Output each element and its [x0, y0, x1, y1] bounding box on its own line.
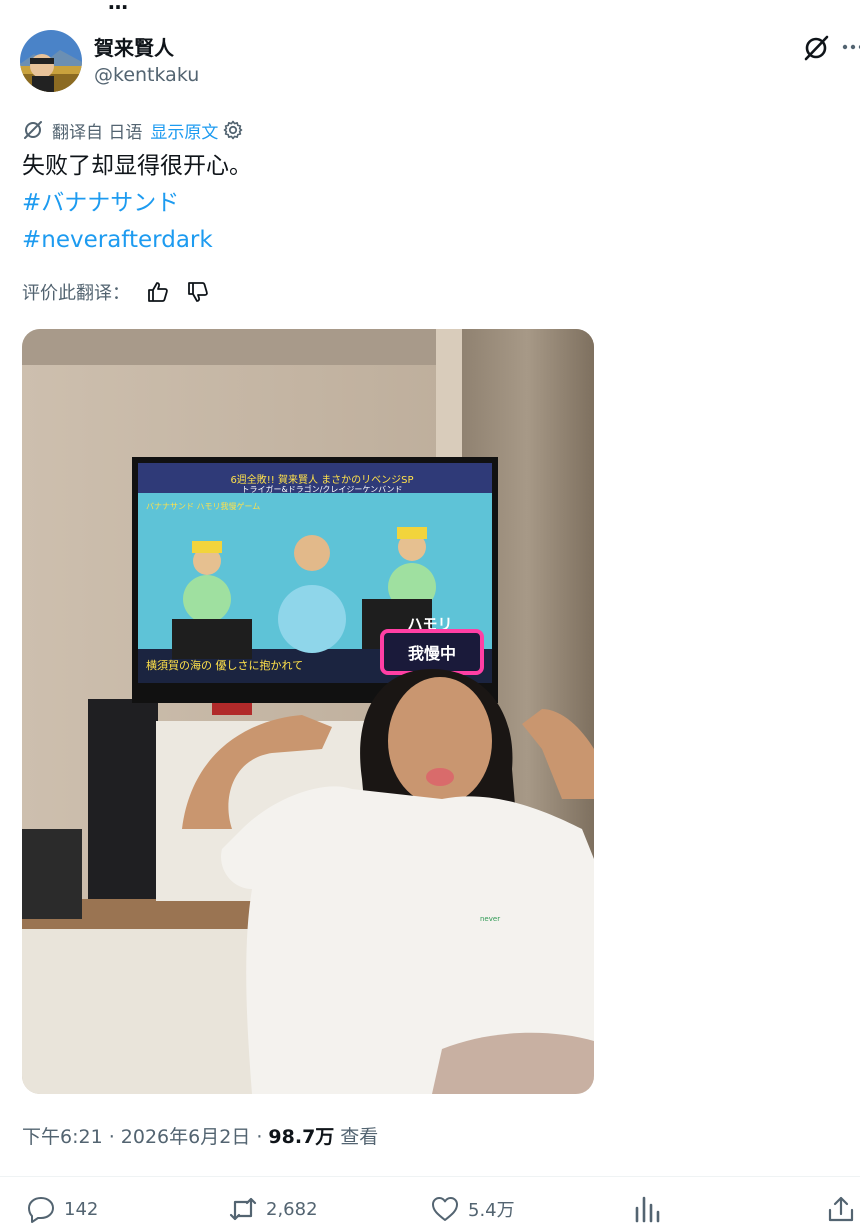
reply-button[interactable]: 142	[26, 1192, 98, 1226]
views-count: 98.7万	[268, 1126, 335, 1148]
action-bar: 142 2,682 5.4万	[0, 1192, 860, 1226]
views-label: 查看	[340, 1126, 379, 1148]
tv-badge: 我慢中	[408, 644, 456, 663]
retweet-count: 2,682	[266, 1198, 318, 1220]
post-timestamp[interactable]: 下午6:21 · 2026年6月2日 ·	[22, 1122, 262, 1149]
clipped-title: …	[108, 0, 128, 14]
retweet-button[interactable]: 2,682	[228, 1192, 318, 1226]
rate-translation: 评价此翻译：	[22, 277, 210, 307]
tv-show-logo: バナナサンド ハモリ我慢ゲーム	[146, 501, 260, 511]
translation-notice: 翻译自 日语 显示原文	[22, 116, 244, 144]
views-button[interactable]	[632, 1192, 670, 1226]
shirt-logo-text: never	[480, 915, 500, 923]
hashtag-link[interactable]: #バナナサンド	[22, 185, 252, 222]
previous-post-clipped: …	[0, 0, 860, 14]
reply-count: 142	[64, 1198, 99, 1220]
post-photo[interactable]: 6週全敗!! 賀来賢人 まさかのリベンジSP トライガー&ドラゴン/クレイジーケ…	[22, 329, 594, 1094]
grok-icon[interactable]	[800, 32, 832, 64]
author-display-name[interactable]: 賀来賢人	[94, 32, 174, 61]
gear-icon[interactable]	[222, 119, 244, 141]
hashtag-link[interactable]: #neverafterdark	[22, 222, 252, 259]
thumbs-down-icon[interactable]	[186, 280, 210, 304]
post-header: 賀来賢人 @kentkaku	[20, 28, 860, 94]
heart-icon	[432, 1197, 458, 1221]
like-count: 5.4万	[468, 1200, 515, 1221]
post-metadata: 下午6:21 · 2026年6月2日 · 98.7万 查看	[22, 1122, 378, 1149]
reply-icon	[28, 1197, 54, 1223]
thumbs-up-icon[interactable]	[146, 280, 170, 304]
more-icon[interactable]	[840, 34, 860, 60]
divider	[0, 1176, 860, 1177]
views-icon	[635, 1196, 660, 1223]
like-button[interactable]: 5.4万	[430, 1192, 515, 1226]
tweet-body: 失败了却显得很开心。	[22, 153, 252, 179]
show-original-link[interactable]: 显示原文	[150, 118, 218, 143]
rate-translation-label: 评价此翻译：	[22, 283, 130, 304]
translate-icon	[24, 121, 42, 139]
share-icon	[828, 1196, 854, 1222]
tweet-text: 失败了却显得很开心。 #バナナサンド #neverafterdark	[22, 148, 252, 259]
avatar[interactable]	[20, 30, 82, 92]
translated-from-label: 翻译自 日语	[52, 122, 143, 143]
share-button[interactable]	[826, 1192, 860, 1226]
tv-banner-sub: トライガー&ドラゴン/クレイジーケンバンド	[241, 484, 402, 494]
tv-subtitle: 横須賀の海の 優しさに抱かれて	[146, 658, 303, 672]
retweet-icon	[229, 1197, 257, 1221]
author-handle[interactable]: @kentkaku	[94, 64, 199, 86]
